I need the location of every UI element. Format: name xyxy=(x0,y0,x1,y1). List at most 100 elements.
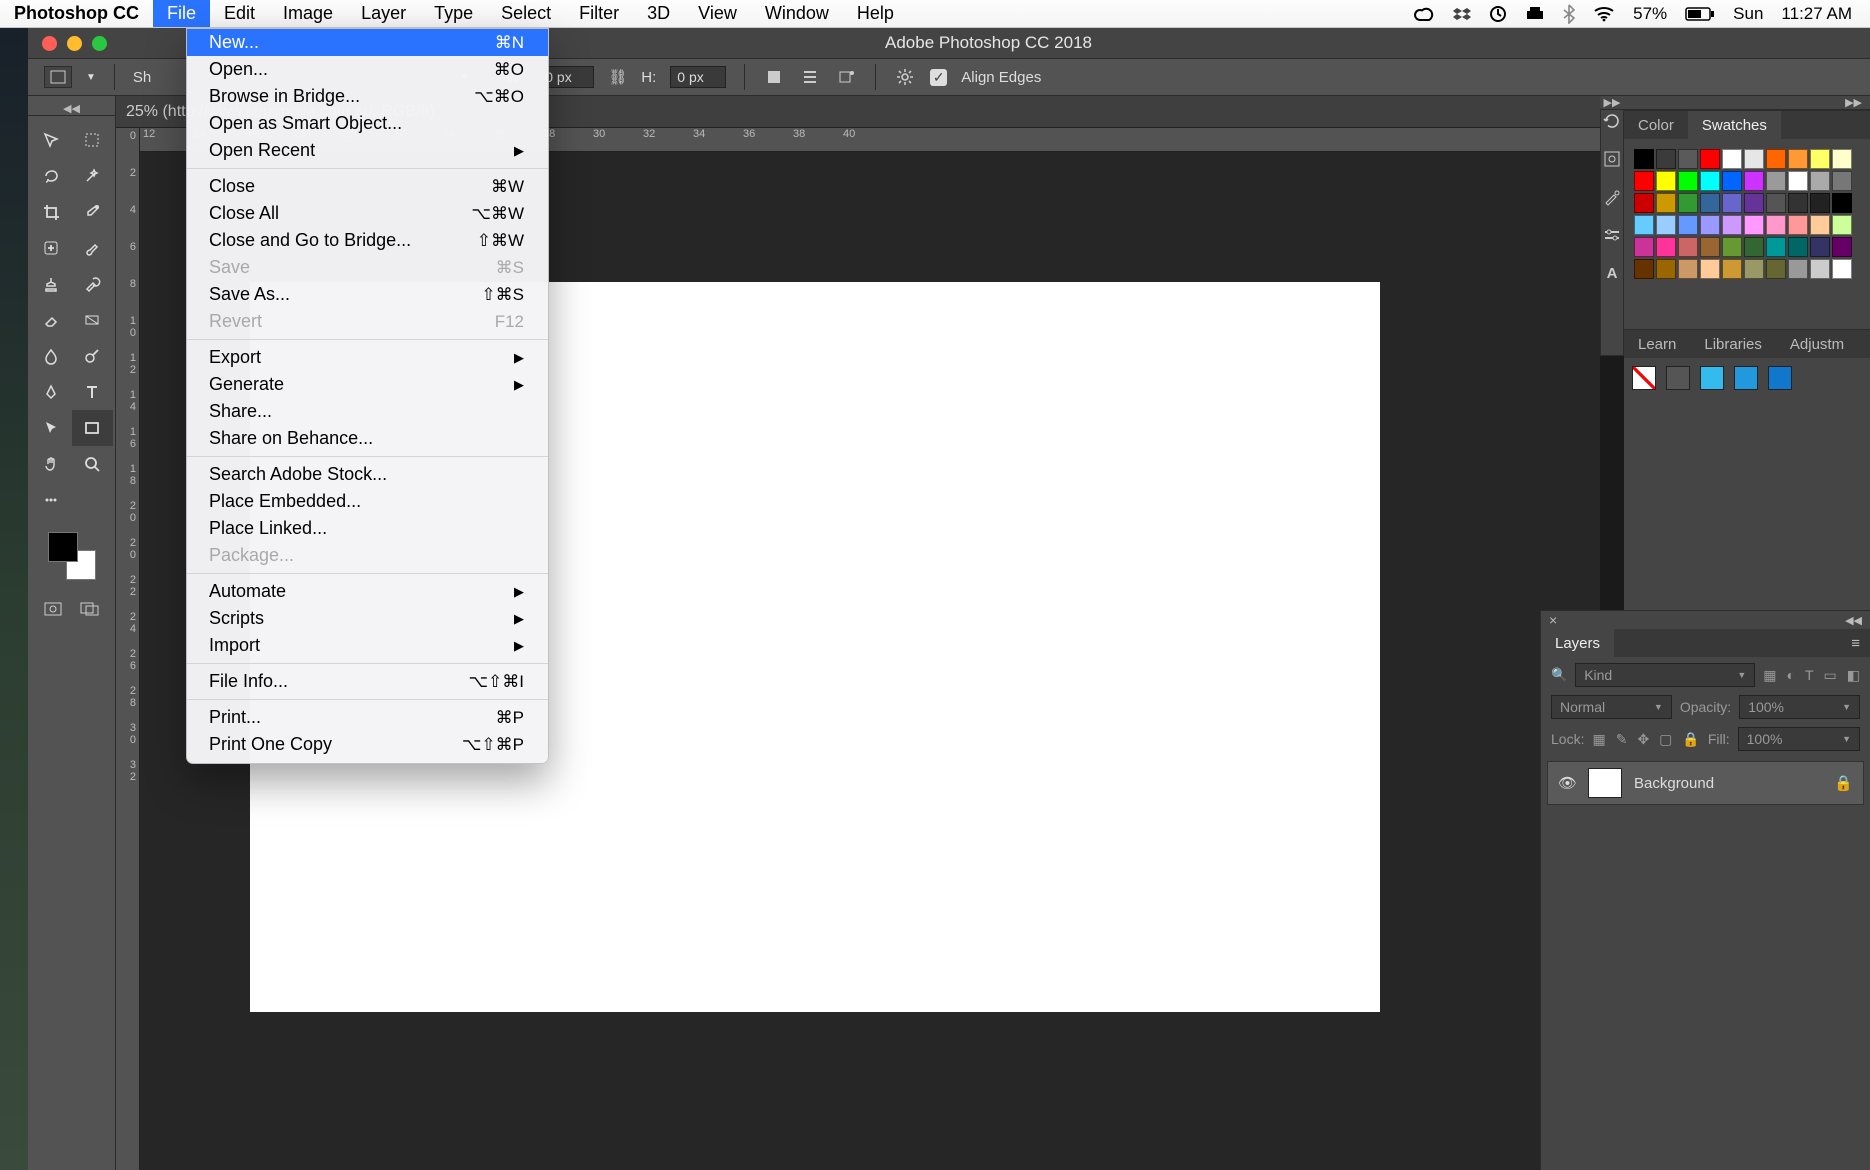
swatch[interactable] xyxy=(1634,149,1654,169)
blur-tool[interactable] xyxy=(30,338,72,374)
align-left-icon[interactable] xyxy=(763,66,785,88)
tab-swatches[interactable]: Swatches xyxy=(1688,111,1781,139)
filter-adjust-icon[interactable]: ◐ xyxy=(1787,667,1795,683)
menu-select[interactable]: Select xyxy=(487,0,565,27)
swatch[interactable] xyxy=(1744,259,1764,279)
tab-libraries[interactable]: Libraries xyxy=(1690,330,1776,358)
swatch[interactable] xyxy=(1634,193,1654,213)
layer-filter-select[interactable]: Kind▼ xyxy=(1575,663,1755,687)
adjustment-preset[interactable] xyxy=(1666,366,1690,390)
menu-item-scripts[interactable]: Scripts▶ xyxy=(187,605,548,632)
hand-tool[interactable] xyxy=(30,446,72,482)
menu-item-share-on-behance[interactable]: Share on Behance... xyxy=(187,425,548,452)
gradient-tool[interactable] xyxy=(72,302,114,338)
fill-input[interactable]: 100%▼ xyxy=(1738,727,1860,751)
swatch[interactable] xyxy=(1722,193,1742,213)
menu-help[interactable]: Help xyxy=(843,0,908,27)
path-select-tool[interactable] xyxy=(30,410,72,446)
panel-menu-icon[interactable]: ≡ xyxy=(1851,635,1870,652)
menu-item-close-all[interactable]: Close All⌥⌘W xyxy=(187,200,548,227)
swatch[interactable] xyxy=(1700,171,1720,191)
swatch[interactable] xyxy=(1744,149,1764,169)
collapse-icon[interactable]: ◀◀ xyxy=(28,102,115,116)
swatch[interactable] xyxy=(1788,215,1808,235)
swatch[interactable] xyxy=(1700,215,1720,235)
swatch[interactable] xyxy=(1634,237,1654,257)
menu-layer[interactable]: Layer xyxy=(347,0,420,27)
swatch[interactable] xyxy=(1722,149,1742,169)
align-edges-checkbox[interactable]: ✓ xyxy=(930,69,947,86)
menu-item-generate[interactable]: Generate▶ xyxy=(187,371,548,398)
menu-item-print[interactable]: Print...⌘P xyxy=(187,704,548,731)
menu-item-place-linked[interactable]: Place Linked... xyxy=(187,515,548,542)
path-options-icon[interactable] xyxy=(835,66,857,88)
swatch[interactable] xyxy=(1766,259,1786,279)
swatch[interactable] xyxy=(1744,215,1764,235)
swatch[interactable] xyxy=(1678,237,1698,257)
screen-mode-icon[interactable] xyxy=(72,598,108,620)
swatch[interactable] xyxy=(1722,171,1742,191)
swatch[interactable] xyxy=(1700,193,1720,213)
crop-tool[interactable] xyxy=(30,194,72,230)
swatch[interactable] xyxy=(1678,215,1698,235)
swatch[interactable] xyxy=(1656,171,1676,191)
swatch[interactable] xyxy=(1832,237,1852,257)
swatch[interactable] xyxy=(1832,171,1852,191)
swatch[interactable] xyxy=(1656,237,1676,257)
lock-transparency-icon[interactable]: ▦ xyxy=(1592,731,1605,748)
menu-3d[interactable]: 3D xyxy=(633,0,684,27)
swatch[interactable] xyxy=(1656,193,1676,213)
lock-position-icon[interactable]: ✥ xyxy=(1637,731,1649,748)
menu-edit[interactable]: Edit xyxy=(210,0,269,27)
quick-mask-icon[interactable] xyxy=(35,598,71,620)
link-icon[interactable]: ⛓ xyxy=(608,68,627,86)
layer-thumbnail[interactable] xyxy=(1588,768,1622,798)
menu-item-open-as-smart-object[interactable]: Open as Smart Object... xyxy=(187,110,548,137)
swatch[interactable] xyxy=(1656,259,1676,279)
tab-learn[interactable]: Learn xyxy=(1624,330,1690,358)
swatch[interactable] xyxy=(1766,149,1786,169)
menu-item-new[interactable]: New...⌘N xyxy=(187,29,548,56)
swatch[interactable] xyxy=(1678,149,1698,169)
panel-close-icon[interactable]: × xyxy=(1549,612,1557,628)
eyedropper-tool[interactable] xyxy=(72,194,114,230)
lock-all-icon[interactable]: 🔒 xyxy=(1682,731,1699,748)
character-icon[interactable]: A xyxy=(1602,263,1622,283)
marquee-tool[interactable] xyxy=(72,122,114,158)
brush-settings-icon[interactable] xyxy=(1602,187,1622,207)
swatch[interactable] xyxy=(1700,149,1720,169)
creative-cloud-icon[interactable] xyxy=(1413,6,1435,22)
menu-item-place-embedded[interactable]: Place Embedded... xyxy=(187,488,548,515)
menu-filter[interactable]: Filter xyxy=(565,0,633,27)
printer-icon[interactable] xyxy=(1525,6,1545,22)
menu-window[interactable]: Window xyxy=(751,0,843,27)
filter-type-icon[interactable]: T xyxy=(1805,667,1814,683)
window-controls[interactable] xyxy=(28,36,107,51)
swatch[interactable] xyxy=(1832,149,1852,169)
swatch[interactable] xyxy=(1656,215,1676,235)
swatch[interactable] xyxy=(1722,215,1742,235)
swatch[interactable] xyxy=(1634,215,1654,235)
swatch[interactable] xyxy=(1766,215,1786,235)
swatch[interactable] xyxy=(1810,215,1830,235)
color-swatch[interactable] xyxy=(48,532,96,580)
swatch[interactable] xyxy=(1678,193,1698,213)
lock-pixels-icon[interactable]: ✎ xyxy=(1616,731,1628,748)
wifi-icon[interactable] xyxy=(1593,6,1615,22)
menu-file[interactable]: File xyxy=(153,0,210,27)
tab-adjustments[interactable]: Adjustm xyxy=(1776,330,1858,358)
lock-artboard-icon[interactable]: ▢ xyxy=(1659,731,1672,748)
swatch[interactable] xyxy=(1634,259,1654,279)
current-tool-preset[interactable] xyxy=(44,66,72,88)
maximize-window-icon[interactable] xyxy=(92,36,107,51)
swatch[interactable] xyxy=(1722,259,1742,279)
swatch[interactable] xyxy=(1788,237,1808,257)
swatch[interactable] xyxy=(1722,237,1742,257)
brush-tool[interactable] xyxy=(72,230,114,266)
file-menu-dropdown[interactable]: New...⌘NOpen...⌘OBrowse in Bridge...⌥⌘OO… xyxy=(186,28,549,764)
type-tool[interactable] xyxy=(72,374,114,410)
dropbox-icon[interactable] xyxy=(1453,6,1471,22)
tab-color[interactable]: Color xyxy=(1624,111,1688,139)
menu-view[interactable]: View xyxy=(684,0,751,27)
menu-type[interactable]: Type xyxy=(420,0,487,27)
